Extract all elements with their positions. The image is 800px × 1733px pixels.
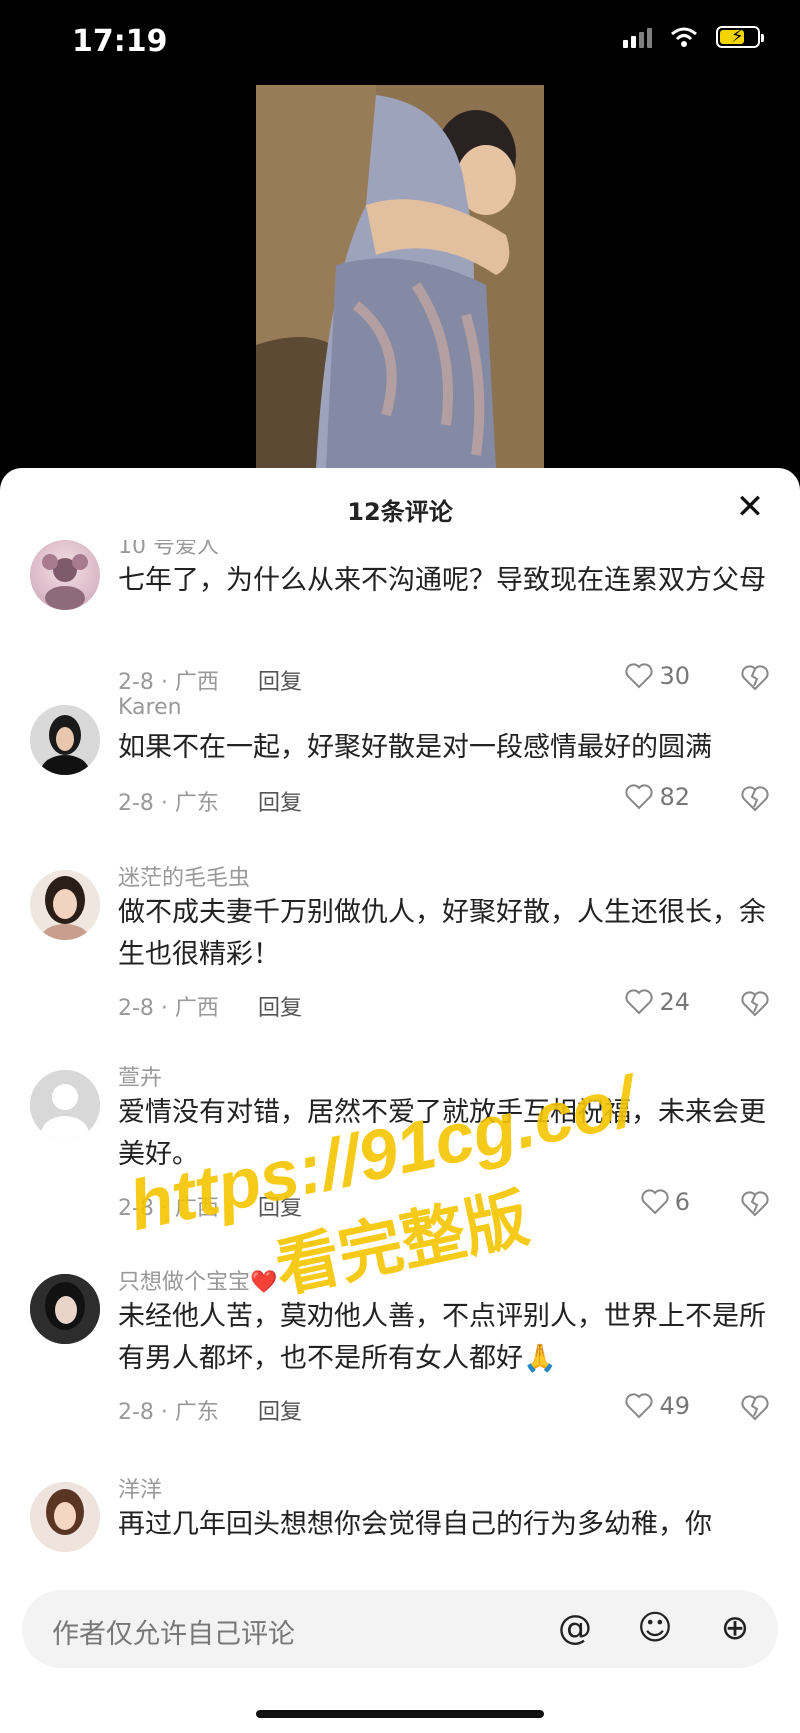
like-count: 30 xyxy=(659,662,690,690)
broken-heart-icon[interactable] xyxy=(740,990,770,1018)
heart-icon xyxy=(641,1189,669,1215)
signal-icon xyxy=(623,26,652,48)
broken-heart-icon[interactable] xyxy=(740,664,770,692)
emoji-icon[interactable]: ☺ xyxy=(632,1605,678,1651)
comment-meta: 2-8 · 广西 xyxy=(118,670,219,695)
like-button[interactable]: 49 xyxy=(625,1392,690,1420)
comment-username[interactable]: 迷茫的毛毛虫 xyxy=(118,860,250,892)
avatar[interactable] xyxy=(30,1274,100,1344)
comment-meta: 2-8 · 广西 xyxy=(118,996,219,1021)
comment-item: 10 号爱人 七年了，为什么从来不沟通呢？导致现在连累双方父母 2-8 · 广西… xyxy=(0,540,800,695)
heart-icon xyxy=(625,1393,654,1419)
reply-button[interactable]: 回复 xyxy=(258,990,302,1022)
comment-sheet: 12条评论 ✕ 10 号爱人 七年了，为什么从来不沟通呢？导致现在连累双方父母 … xyxy=(0,468,800,1733)
comment-text: 未经他人苦，莫劝他人善，不点评别人，世界上不是所有男人都坏，也不是所有女人都好🙏 xyxy=(118,1301,766,1374)
avatar[interactable] xyxy=(30,1070,100,1140)
comment-username[interactable]: 洋洋 xyxy=(118,1472,162,1504)
avatar[interactable] xyxy=(30,705,100,775)
battery-icon: ⚡ xyxy=(716,26,764,48)
reply-button[interactable]: 回复 xyxy=(258,1394,302,1426)
avatar[interactable] xyxy=(30,870,100,940)
comment-username[interactable]: 萱卉 xyxy=(118,1060,162,1092)
status-bar: 17:19 ⚡ xyxy=(0,0,800,90)
heart-icon xyxy=(625,989,654,1015)
avatar[interactable] xyxy=(30,1482,100,1552)
comment-item: 只想做个宝宝❤️ 未经他人苦，莫劝他人善，不点评别人，世界上不是所有男人都坏，也… xyxy=(0,1270,800,1464)
status-time: 17:19 xyxy=(72,24,168,59)
close-icon[interactable]: ✕ xyxy=(732,490,768,526)
comment-meta: 2-8 · 广东 xyxy=(118,791,219,816)
home-indicator[interactable] xyxy=(256,1710,544,1718)
comment-text: 七年了，为什么从来不沟通呢？导致现在连累双方父母 xyxy=(118,565,766,596)
reply-button[interactable]: 回复 xyxy=(258,785,302,817)
broken-heart-icon[interactable] xyxy=(740,1190,770,1218)
wifi-icon xyxy=(671,27,697,47)
like-button[interactable]: 30 xyxy=(625,662,690,690)
reply-button[interactable]: 回复 xyxy=(258,1190,302,1222)
like-button[interactable]: 24 xyxy=(625,988,690,1016)
like-count: 82 xyxy=(659,783,690,811)
comment-item: 迷茫的毛毛虫 做不成夫妻千万别做仇人，好聚好散，人生还很长，余生也很精彩！ 2-… xyxy=(0,866,800,1050)
comment-text: 做不成夫妻千万别做仇人，好聚好散，人生还很长，余生也很精彩！ xyxy=(118,897,766,970)
comment-input-bar[interactable]: 作者仅允许自己评论 @ ☺ ⊕ xyxy=(22,1590,778,1668)
comment-username[interactable]: 10 号爱人 xyxy=(118,540,219,560)
comment-item: 萱卉 爱情没有对错，居然不爱了就放手互相祝福，未来会更美好。 2-8 · 广西 … xyxy=(0,1066,800,1250)
plus-icon[interactable]: ⊕ xyxy=(712,1605,758,1651)
comment-username[interactable]: 只想做个宝宝❤️ xyxy=(118,1264,277,1296)
heart-icon xyxy=(625,784,654,810)
comment-count-title: 12条评论 xyxy=(347,498,453,526)
video-thumbnail[interactable] xyxy=(256,85,544,468)
like-count: 24 xyxy=(659,988,690,1016)
at-icon[interactable]: @ xyxy=(552,1605,598,1651)
like-button[interactable]: 82 xyxy=(625,783,690,811)
comment-text: 爱情没有对错，居然不爱了就放手互相祝福，未来会更美好。 xyxy=(118,1097,766,1170)
comment-item: 洋洋 再过几年回头想想你会觉得自己的行为多幼稚，你 xyxy=(0,1478,800,1570)
like-count: 6 xyxy=(674,1188,690,1216)
comment-item: Karen 如果不在一起，好聚好散是对一段感情最好的圆满 2-8 · 广东 回复… xyxy=(0,695,800,855)
broken-heart-icon[interactable] xyxy=(740,785,770,813)
heart-icon xyxy=(625,663,654,689)
like-count: 49 xyxy=(659,1392,690,1420)
comment-text: 如果不在一起，好聚好散是对一段感情最好的圆满 xyxy=(118,732,712,763)
status-icons: ⚡ xyxy=(623,26,764,48)
comment-meta: 2-8 · 广西 xyxy=(118,1196,219,1221)
sheet-header: 12条评论 ✕ xyxy=(0,468,800,548)
avatar[interactable] xyxy=(30,540,100,610)
comment-text: 再过几年回头想想你会觉得自己的行为多幼稚，你 xyxy=(118,1509,712,1540)
broken-heart-icon[interactable] xyxy=(740,1394,770,1422)
comment-meta: 2-8 · 广东 xyxy=(118,1400,219,1425)
like-button[interactable]: 6 xyxy=(641,1188,690,1216)
comment-list[interactable]: 10 号爱人 七年了，为什么从来不沟通呢？导致现在连累双方父母 2-8 · 广西… xyxy=(0,540,800,1570)
comment-username[interactable]: Karen xyxy=(118,695,182,720)
comment-input-placeholder[interactable]: 作者仅允许自己评论 xyxy=(52,1612,295,1651)
reply-button[interactable]: 回复 xyxy=(258,664,302,696)
